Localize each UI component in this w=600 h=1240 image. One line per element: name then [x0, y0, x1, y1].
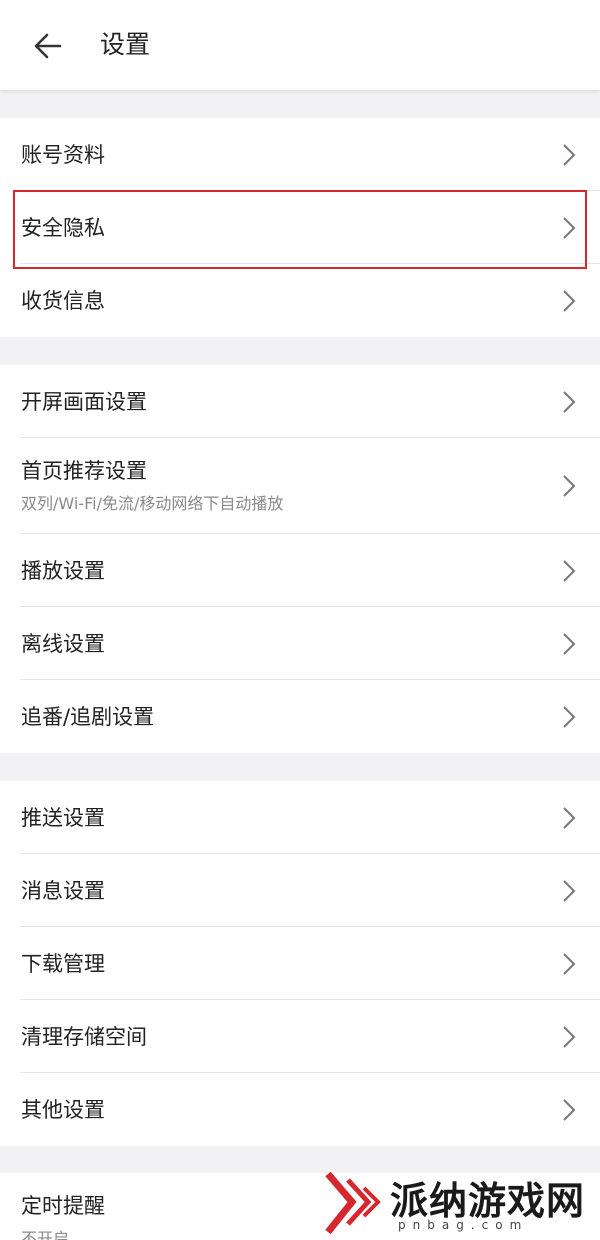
settings-item-home-recommend[interactable]: 首页推荐设置 双列/Wi-Fi/免流/移动网络下自动播放: [0, 438, 600, 534]
settings-item-label: 清理存储空间: [21, 1025, 147, 1049]
watermark: 派纳游戏网 pnbag.com: [318, 1168, 600, 1240]
settings-item-offline[interactable]: 离线设置: [0, 607, 600, 680]
watermark-url: pnbag.com: [398, 1218, 529, 1232]
settings-item-shipping-info[interactable]: 收货信息: [0, 264, 600, 337]
settings-item-label: 下载管理: [21, 952, 105, 976]
settings-item-splash-screen[interactable]: 开屏画面设置: [0, 365, 600, 438]
settings-item-subtitle: 不开启: [21, 1229, 70, 1240]
chevron-right-icon: [563, 953, 576, 975]
chevron-right-icon: [563, 1026, 576, 1048]
chevron-right-icon: [563, 633, 576, 655]
watermark-text: 派纳游戏网: [390, 1179, 586, 1223]
watermark-logo-icon: [325, 1171, 381, 1235]
settings-item-other[interactable]: 其他设置: [0, 1073, 600, 1146]
settings-item-playback[interactable]: 播放设置: [0, 534, 600, 607]
chevron-right-icon: [563, 475, 576, 497]
settings-item-subtitle: 双列/Wi-Fi/免流/移动网络下自动播放: [21, 494, 284, 513]
chevron-right-icon: [563, 290, 576, 312]
settings-item-follow-series[interactable]: 追番/追剧设置: [0, 680, 600, 753]
settings-item-label: 播放设置: [21, 559, 105, 583]
settings-item-label: 定时提醒: [21, 1194, 105, 1218]
settings-item-push[interactable]: 推送设置: [0, 781, 600, 854]
chevron-right-icon: [563, 144, 576, 166]
chevron-right-icon: [563, 807, 576, 829]
settings-item-messages[interactable]: 消息设置: [0, 854, 600, 927]
settings-item-label: 安全隐私: [21, 216, 105, 240]
settings-item-security-privacy[interactable]: 安全隐私: [0, 191, 600, 264]
settings-item-clear-storage[interactable]: 清理存储空间: [0, 1000, 600, 1073]
chevron-right-icon: [563, 560, 576, 582]
chevron-right-icon: [563, 217, 576, 239]
settings-item-label: 账号资料: [21, 143, 105, 167]
settings-group-account: 账号资料 安全隐私 收货信息: [0, 118, 600, 337]
app-header: 设置: [0, 0, 600, 90]
settings-item-label: 开屏画面设置: [21, 390, 147, 414]
settings-item-label: 离线设置: [21, 632, 105, 656]
chevron-right-icon: [563, 706, 576, 728]
settings-item-label: 收货信息: [21, 289, 105, 313]
arrow-left-icon: [34, 33, 62, 59]
settings-item-downloads[interactable]: 下载管理: [0, 927, 600, 1000]
settings-item-account-profile[interactable]: 账号资料: [0, 118, 600, 191]
settings-item-label: 其他设置: [21, 1098, 105, 1122]
page-title: 设置: [100, 30, 151, 59]
settings-item-label: 推送设置: [21, 806, 105, 830]
settings-item-label: 消息设置: [21, 879, 105, 903]
settings-group-playback: 开屏画面设置 首页推荐设置 双列/Wi-Fi/免流/移动网络下自动播放 播放设置…: [0, 365, 600, 753]
settings-group-general: 推送设置 消息设置 下载管理 清理存储空间 其他设置: [0, 781, 600, 1146]
settings-item-label: 追番/追剧设置: [21, 705, 155, 729]
chevron-right-icon: [563, 880, 576, 902]
settings-item-label: 首页推荐设置: [21, 459, 147, 483]
back-button[interactable]: [28, 26, 68, 66]
chevron-right-icon: [563, 1099, 576, 1121]
chevron-right-icon: [563, 391, 576, 413]
